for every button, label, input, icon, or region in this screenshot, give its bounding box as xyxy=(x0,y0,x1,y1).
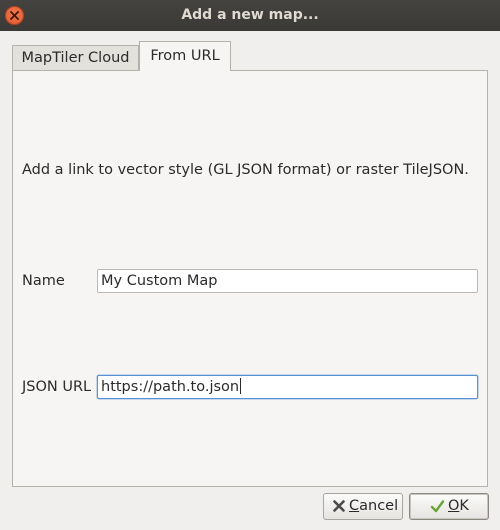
close-button[interactable] xyxy=(5,6,24,25)
name-input[interactable]: My Custom Map xyxy=(97,269,478,293)
json-url-input-value: https://path.to.json xyxy=(101,379,240,395)
checkmark-icon xyxy=(430,500,445,513)
cancel-button-label: Cancel xyxy=(349,494,398,519)
ok-button[interactable]: OK xyxy=(409,493,489,520)
ok-mnemonic: O xyxy=(448,498,460,514)
json-url-input[interactable]: https://path.to.json xyxy=(97,375,478,399)
ok-button-label: OK xyxy=(448,494,469,519)
tab-from-url[interactable]: From URL xyxy=(139,41,231,71)
name-input-value: My Custom Map xyxy=(101,273,218,289)
json-url-label: JSON URL xyxy=(22,379,92,395)
title-bar: Add a new map... xyxy=(0,0,500,31)
cancel-button[interactable]: Cancel xyxy=(323,493,403,520)
window-title: Add a new map... xyxy=(181,7,319,23)
description-text: Add a link to vector style (GL JSON form… xyxy=(22,162,469,178)
x-icon xyxy=(333,500,345,512)
cancel-label-rest: ancel xyxy=(359,498,399,514)
tab-maptiler-cloud[interactable]: MapTiler Cloud xyxy=(12,45,139,71)
text-cursor xyxy=(240,378,242,394)
close-icon xyxy=(10,11,19,20)
cancel-mnemonic: C xyxy=(349,498,360,514)
name-label: Name xyxy=(22,273,65,289)
ok-label-rest: K xyxy=(459,498,469,514)
